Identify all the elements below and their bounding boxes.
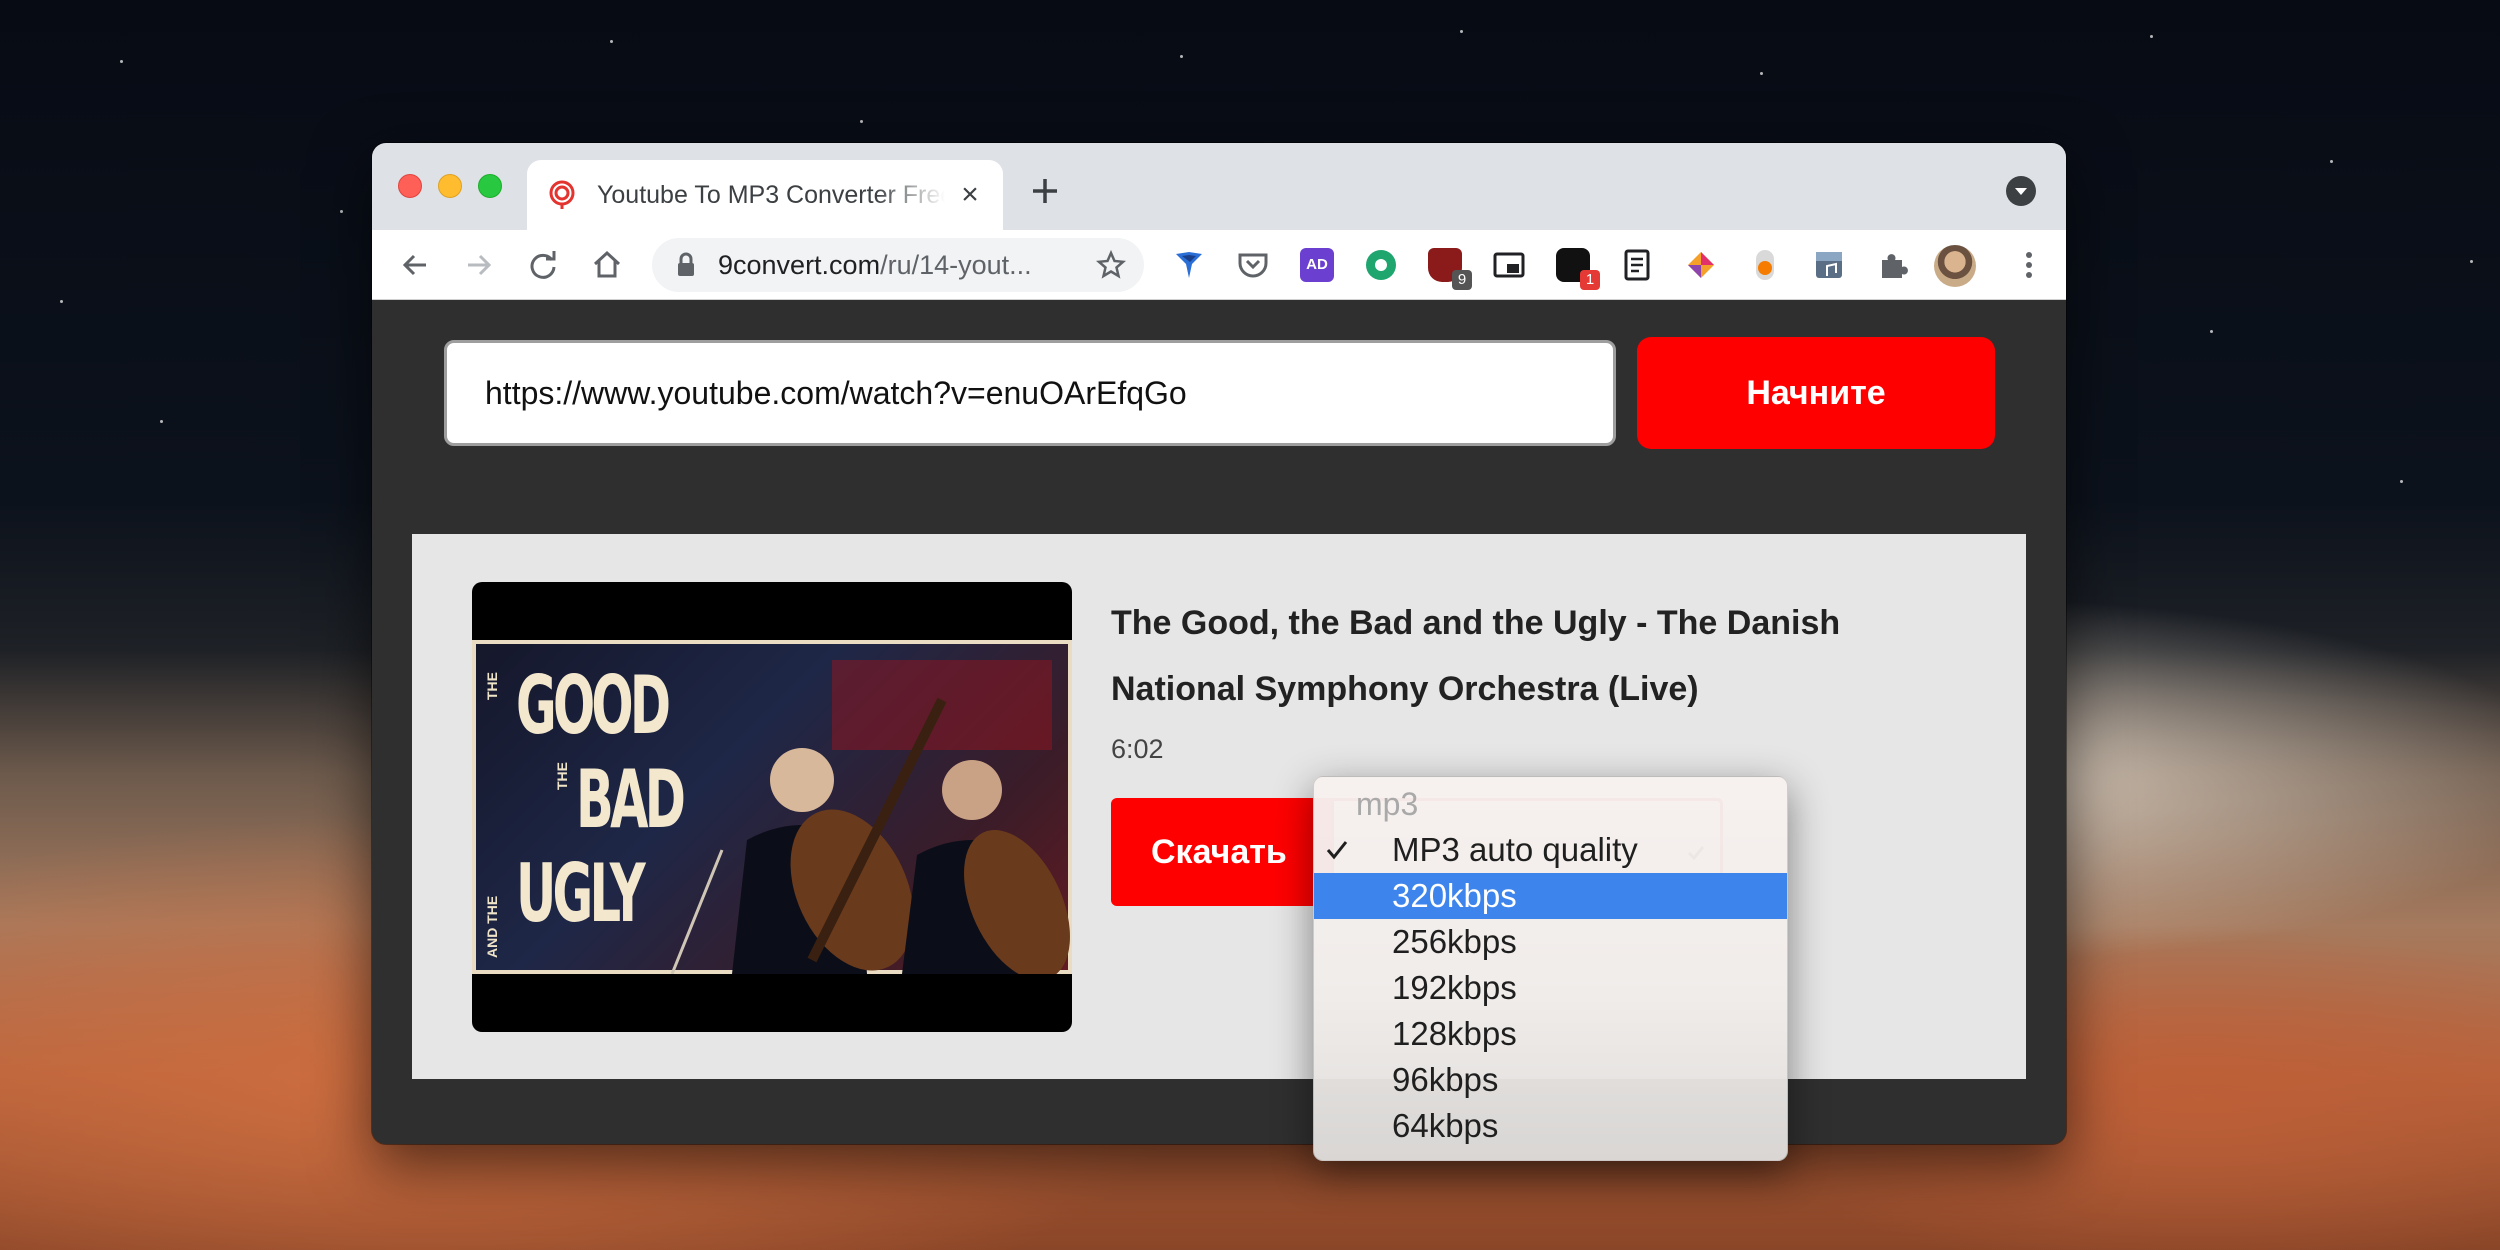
option-256kbps[interactable]: 256kbps <box>1314 919 1787 965</box>
back-arrow-icon[interactable] <box>398 248 432 282</box>
option-64kbps[interactable]: 64kbps <box>1314 1103 1787 1149</box>
tab-title: Youtube To MP3 Converter Free <box>597 180 945 209</box>
tab-search-button[interactable] <box>2006 176 2036 206</box>
option-label: 256kbps <box>1392 923 1517 960</box>
music-extension-icon[interactable] <box>1812 248 1846 282</box>
green-extension-icon[interactable] <box>1364 248 1398 282</box>
close-window-button[interactable] <box>398 174 422 198</box>
video-title: The Good, the Bad and the Ugly - The Dan… <box>1111 604 1841 708</box>
format-dropdown-menu: mp3 MP3 auto quality 320kbps 256kbps 192… <box>1313 776 1788 1161</box>
ad-icon[interactable]: AD <box>1300 248 1334 282</box>
dropdown-group-mp3: mp3 <box>1356 786 1419 822</box>
thumbnail-artwork: THE THE AND THE GOOD BAD UGLY <box>472 636 1072 980</box>
orange-extension-icon[interactable] <box>1748 248 1782 282</box>
video-thumbnail: THE THE AND THE GOOD BAD UGLY <box>472 582 1072 1032</box>
zoom-window-button[interactable] <box>478 174 502 198</box>
tab-strip: Youtube To MP3 Converter Free × <box>372 143 2066 230</box>
start-button[interactable]: Начните <box>1637 337 1995 449</box>
ad-icon-label: AD <box>1306 256 1328 273</box>
option-192kbps[interactable]: 192kbps <box>1314 965 1787 1011</box>
messenger-extension-icon[interactable]: 1 <box>1556 248 1600 290</box>
option-label: 320kbps <box>1392 877 1517 914</box>
tab-close-icon[interactable]: × <box>957 180 983 210</box>
pocket-icon[interactable] <box>1236 248 1270 282</box>
option-320kbps[interactable]: 320kbps <box>1314 873 1787 919</box>
colorful-extension-icon[interactable] <box>1684 248 1718 282</box>
picture-in-picture-icon[interactable] <box>1492 248 1526 282</box>
option-label: 96kbps <box>1392 1061 1499 1098</box>
reload-icon[interactable] <box>526 248 560 282</box>
checkmark-icon <box>1326 841 1348 860</box>
browser-window: Youtube To MP3 Converter Free × 9convert… <box>372 143 2066 1144</box>
option-128kbps[interactable]: 128kbps <box>1314 1011 1787 1057</box>
video-duration: 6:02 <box>1111 734 1164 764</box>
thumbnail-word-and-the: AND THE <box>484 895 500 958</box>
ublock-badge: 9 <box>1452 270 1472 290</box>
option-96kbps[interactable]: 96kbps <box>1314 1057 1787 1103</box>
thumbnail-word-the-1: THE <box>484 672 500 700</box>
bookmark-star-icon[interactable] <box>1096 250 1126 280</box>
new-tab-button[interactable] <box>1027 173 1063 209</box>
option-label: 192kbps <box>1392 969 1517 1006</box>
page-content: Начните THE <box>372 300 2066 1144</box>
youtube-url-input[interactable] <box>444 340 1616 446</box>
extensions-puzzle-icon[interactable] <box>1876 248 1910 282</box>
option-label: 64kbps <box>1392 1107 1499 1144</box>
address-bar[interactable]: 9convert.com/ru/14-yout... <box>652 238 1144 292</box>
lock-icon[interactable] <box>676 252 696 278</box>
url-text: 9convert.com/ru/14-yout... <box>718 238 1032 292</box>
profile-avatar[interactable] <box>1934 245 1976 287</box>
browser-toolbar: 9convert.com/ru/14-yout... AD 9 1 <box>372 230 2066 300</box>
adguard-icon[interactable] <box>1172 248 1206 282</box>
thumbnail-word-bad: BAD <box>576 753 686 846</box>
reader-icon[interactable] <box>1620 248 1654 282</box>
url-host: 9convert.com <box>718 250 881 280</box>
9convert-favicon-icon <box>549 180 575 209</box>
thumbnail-word-ugly: UGLY <box>516 847 646 940</box>
home-icon[interactable] <box>590 248 624 282</box>
option-mp3-auto-quality[interactable]: MP3 auto quality <box>1314 827 1787 873</box>
chevron-down-icon <box>2015 188 2027 195</box>
url-path: /ru/14-yout... <box>880 250 1032 280</box>
kebab-menu-icon[interactable] <box>2012 248 2046 282</box>
thumbnail-word-the-2: THE <box>554 762 570 790</box>
thumbnail-word-good: GOOD <box>516 659 671 752</box>
option-label: 128kbps <box>1392 1015 1517 1052</box>
forward-arrow-icon[interactable] <box>462 248 496 282</box>
tab-9convert[interactable]: Youtube To MP3 Converter Free × <box>527 160 1003 230</box>
option-label: MP3 auto quality <box>1392 831 1638 868</box>
messenger-badge: 1 <box>1580 270 1600 290</box>
minimize-window-button[interactable] <box>438 174 462 198</box>
download-button[interactable]: Скачать <box>1111 798 1331 906</box>
ublock-icon[interactable]: 9 <box>1428 248 1472 290</box>
